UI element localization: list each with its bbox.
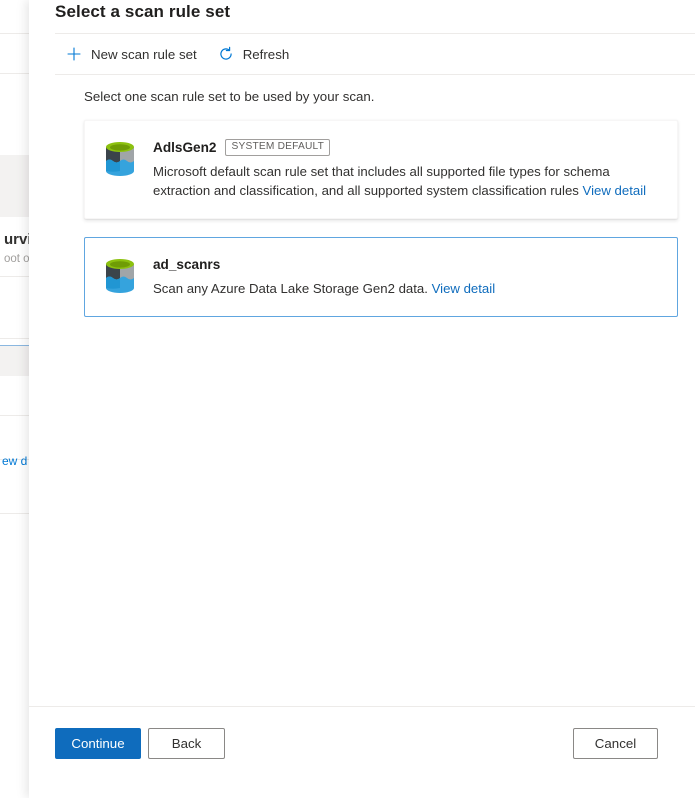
scan-rule-set-card-adlsgen2[interactable]: AdlsGen2 SYSTEM DEFAULT Microsoft defaul… xyxy=(84,120,678,219)
bg-row-1 xyxy=(0,0,29,34)
card-body: ad_scanrs Scan any Azure Data Lake Stora… xyxy=(153,254,659,298)
status-badge: SYSTEM DEFAULT xyxy=(225,139,330,156)
new-scan-rule-set-button[interactable]: New scan rule set xyxy=(55,36,207,72)
command-bar: New scan rule set Refresh xyxy=(55,34,299,74)
adls-gen2-storage-icon xyxy=(103,139,137,179)
card-description-text: Microsoft default scan rule set that inc… xyxy=(153,164,610,198)
back-button[interactable]: Back xyxy=(148,728,225,759)
card-title: AdlsGen2 xyxy=(153,140,216,155)
plus-icon xyxy=(65,45,83,63)
card-body: AdlsGen2 SYSTEM DEFAULT Microsoft defaul… xyxy=(153,137,659,200)
scan-rule-set-card-ad-scanrs[interactable]: ad_scanrs Scan any Azure Data Lake Stora… xyxy=(84,237,678,317)
bg-shaded-row-2 xyxy=(0,346,29,376)
bg-row-5 xyxy=(0,376,29,416)
refresh-button[interactable]: Refresh xyxy=(207,36,300,72)
cancel-button[interactable]: Cancel xyxy=(573,728,658,759)
command-bar-divider xyxy=(55,74,695,75)
page-title: Select a scan rule set xyxy=(55,1,230,23)
card-title-row: ad_scanrs xyxy=(153,254,659,274)
refresh-label: Refresh xyxy=(243,47,290,62)
scan-rule-set-panel: Select a scan rule set New scan rule set… xyxy=(29,0,695,798)
view-detail-link[interactable]: View detail xyxy=(432,281,496,296)
view-detail-link[interactable]: View detail xyxy=(583,183,647,198)
new-scan-rule-set-label: New scan rule set xyxy=(91,47,197,62)
bg-shaded-row xyxy=(0,155,29,217)
card-description-text: Scan any Azure Data Lake Storage Gen2 da… xyxy=(153,281,432,296)
bg-heading-fragment: urvi xyxy=(4,231,32,248)
bg-row-4 xyxy=(0,277,29,339)
adls-gen2-storage-icon xyxy=(103,256,137,296)
bg-subheading-fragment: oot o xyxy=(4,253,30,265)
scan-rule-set-list: AdlsGen2 SYSTEM DEFAULT Microsoft defaul… xyxy=(84,120,678,335)
panel-header: Select a scan rule set xyxy=(29,0,695,32)
bg-row-7 xyxy=(0,470,29,514)
refresh-icon xyxy=(217,45,235,63)
card-title: ad_scanrs xyxy=(153,257,220,272)
bg-link-fragment[interactable]: ew d xyxy=(2,454,27,468)
card-description: Microsoft default scan rule set that inc… xyxy=(153,162,658,200)
bg-row-2 xyxy=(0,34,29,74)
card-description: Scan any Azure Data Lake Storage Gen2 da… xyxy=(153,279,658,298)
continue-button[interactable]: Continue xyxy=(55,728,141,759)
panel-footer: Continue Back Cancel xyxy=(29,707,695,798)
card-title-row: AdlsGen2 SYSTEM DEFAULT xyxy=(153,137,659,157)
instruction-text: Select one scan rule set to be used by y… xyxy=(84,89,375,104)
